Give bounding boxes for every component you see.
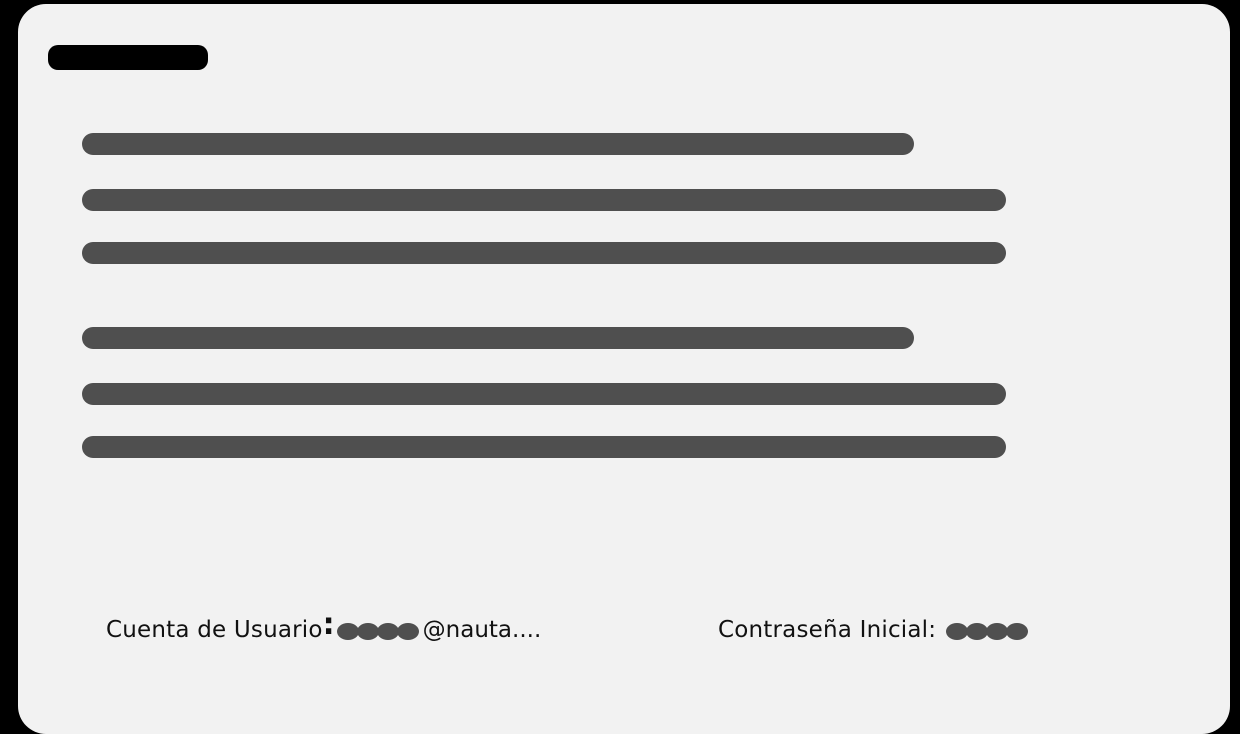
user-account-domain-suffix: @nauta....: [422, 617, 542, 643]
mask-dot: [966, 623, 989, 640]
initial-password-colon: :: [928, 617, 937, 643]
mask-dot: [946, 623, 969, 640]
redacted-line: [82, 189, 1006, 211]
initial-password-masked-value: [946, 623, 1032, 640]
mask-dot: [986, 623, 1009, 640]
mask-dot: [396, 623, 419, 640]
mask-dot: [1006, 623, 1029, 640]
redacted-line: [82, 436, 1006, 458]
user-account-field: Cuenta de Usuario : @nauta....: [106, 610, 541, 650]
mask-dot: [376, 623, 399, 640]
user-account-label: Cuenta de Usuario: [106, 617, 323, 643]
mask-dot: [356, 623, 379, 640]
initial-password-field: Contraseña Inicial :: [718, 610, 1032, 650]
redacted-title: [48, 45, 208, 70]
redacted-line: [82, 242, 1006, 264]
user-account-colon: :: [322, 607, 335, 642]
initial-password-label: Contraseña Inicial: [718, 617, 929, 643]
redacted-line: [82, 327, 914, 349]
redacted-line: [82, 383, 1006, 405]
user-account-masked-value: [336, 623, 423, 640]
mask-dot: [336, 623, 359, 640]
redacted-line: [82, 133, 914, 155]
credential-card: Cuenta de Usuario : @nauta.... Contraseñ…: [18, 4, 1230, 734]
